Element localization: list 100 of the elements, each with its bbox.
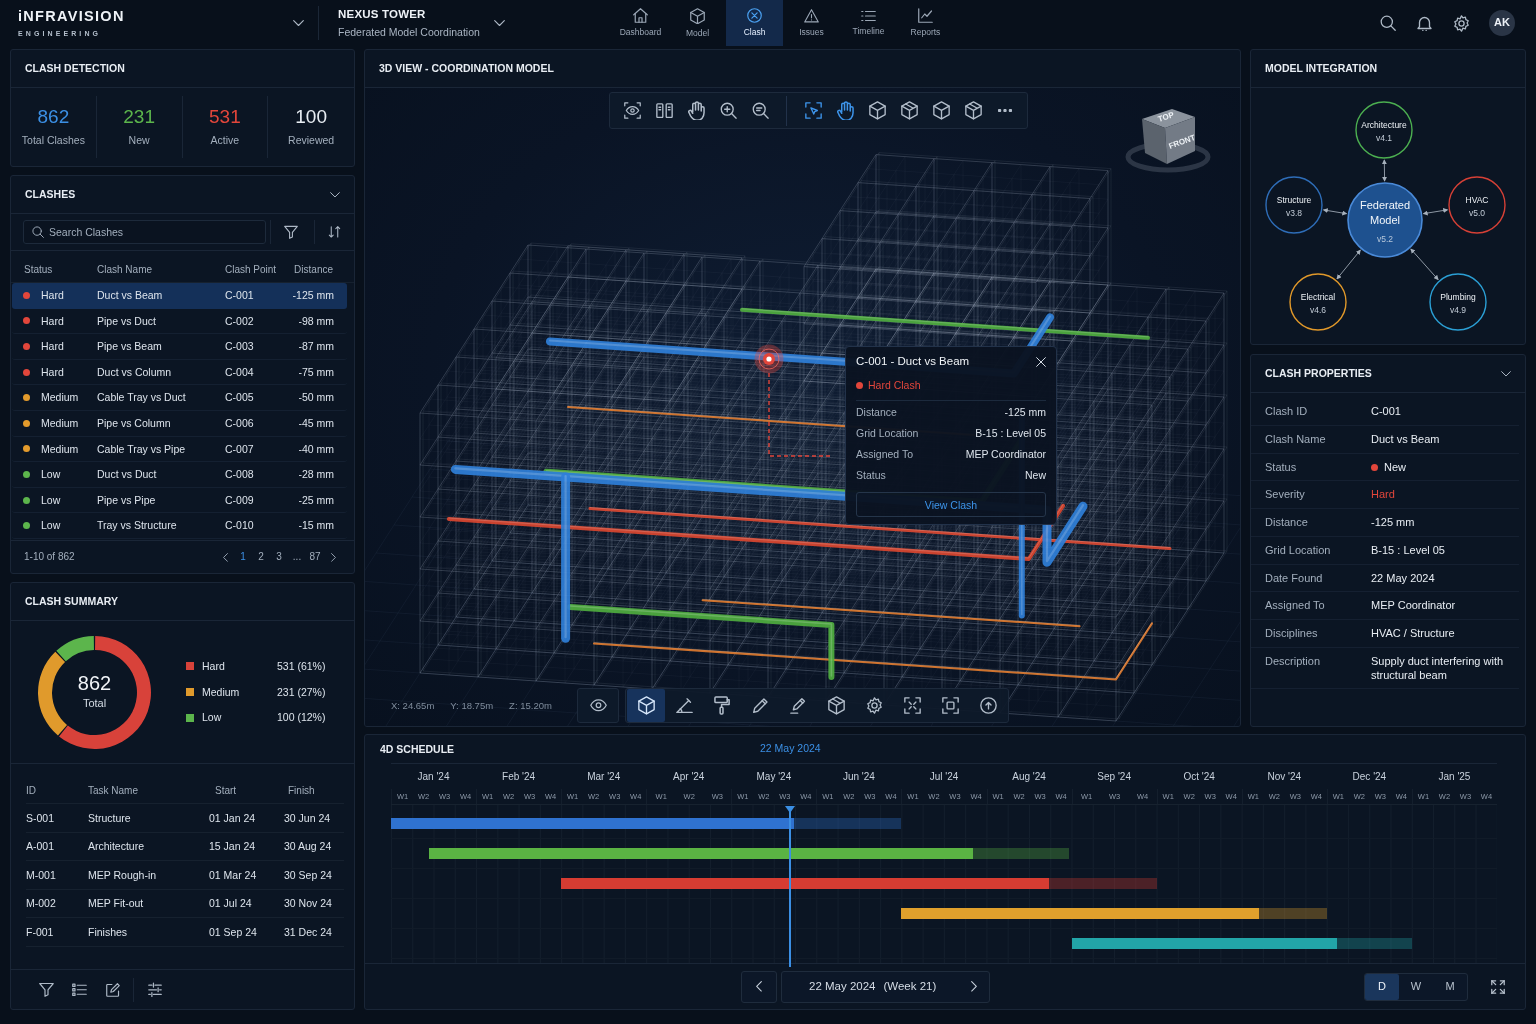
- scale-toggle[interactable]: D: [1365, 973, 1399, 1000]
- tool-button[interactable]: [627, 689, 665, 722]
- clash-row[interactable]: Low Duct vs Duct C-008 -28 mm: [12, 462, 347, 488]
- task-start: 01 Jan 24: [209, 811, 257, 825]
- clash-row[interactable]: Hard Duct vs Beam C-001 -125 mm: [12, 283, 347, 309]
- coordinate-readout: Z: 15.20m: [509, 700, 552, 712]
- caret-icon: [330, 191, 340, 198]
- month-label: Feb '24: [501, 770, 537, 783]
- filter-icon: [283, 225, 298, 239]
- clash-row[interactable]: Hard Duct vs Column C-004 -75 mm: [12, 359, 347, 386]
- clash-row[interactable]: Medium Pipe vs Column C-006 -45 mm: [12, 410, 347, 437]
- task-bar[interactable]: [1071, 938, 1412, 949]
- task-name: Structure: [88, 811, 132, 825]
- pen-icon: [789, 697, 807, 714]
- search-button[interactable]: [1380, 15, 1396, 31]
- collapse-button[interactable]: [330, 191, 340, 198]
- chart-total-label: Total: [82, 697, 107, 711]
- property-label: Clash Name: [1265, 432, 1327, 447]
- edit-icon: [105, 982, 120, 997]
- task-bar[interactable]: [561, 878, 1157, 889]
- clash-name: Duct vs Column: [97, 365, 173, 379]
- view-clash-button[interactable]: View Clash: [856, 492, 1046, 518]
- node-version: v4.6: [1309, 305, 1327, 315]
- clash-row[interactable]: Hard Pipe vs Duct C-002 -98 mm: [12, 308, 347, 335]
- popup-field-label: Grid Location: [856, 426, 919, 440]
- model-node[interactable]: [1355, 101, 1413, 159]
- cube-icon: [827, 696, 845, 715]
- clash-row[interactable]: Medium Cable Tray vs Pipe C-007 -40 mm: [12, 436, 347, 463]
- brand-name: iNFRAVISION: [18, 9, 125, 24]
- model-node[interactable]: [1429, 273, 1487, 331]
- month-label: Jan '24: [416, 770, 451, 783]
- page-link[interactable]: 87: [306, 547, 324, 568]
- chart-total: 862: [77, 673, 112, 694]
- hand-icon: [687, 100, 705, 121]
- collapse-button[interactable]: [1501, 370, 1511, 377]
- chevron-right-icon: [330, 553, 336, 562]
- workspace-dropdown[interactable]: [293, 19, 304, 27]
- nav-tab[interactable]: Dashboard: [612, 0, 669, 46]
- clash-point: C-005: [225, 391, 255, 404]
- clash-row[interactable]: Hard Pipe vs Beam C-003 -87 mm: [12, 334, 347, 360]
- eye-icon: [623, 102, 641, 119]
- angle-measure-icon: [675, 697, 693, 714]
- close-button[interactable]: [1036, 356, 1046, 367]
- nav-tab[interactable]: Model: [669, 0, 726, 46]
- paint-roller-icon: [713, 696, 731, 715]
- settings-button[interactable]: [1453, 14, 1470, 32]
- nav-tab[interactable]: Timeline: [840, 0, 897, 46]
- connector-arrow: [1336, 249, 1361, 280]
- panel-title: 3D VIEW - COORDINATION MODEL: [379, 62, 554, 75]
- page-link[interactable]: 2: [252, 547, 270, 568]
- task-name: Finishes: [88, 925, 129, 939]
- chevron-right-icon: [971, 981, 977, 992]
- node-version: v5.0: [1468, 208, 1486, 218]
- clash-marker-icon[interactable]: [754, 344, 784, 374]
- node-label: Federated Model: [1359, 199, 1411, 226]
- clash-row[interactable]: Low Tray vs Structure C-010 -15 mm: [12, 513, 347, 539]
- user-avatar[interactable]: AK: [1489, 10, 1515, 36]
- model-node[interactable]: [1265, 176, 1323, 234]
- month-label: May '24: [755, 770, 793, 783]
- model-node[interactable]: [1448, 176, 1506, 234]
- circle-x-icon: [747, 8, 762, 24]
- property-value: New: [1384, 460, 1406, 475]
- notifications-button[interactable]: [1417, 14, 1432, 32]
- clash-point: C-003: [225, 340, 255, 353]
- clash-distance: -15 mm: [298, 519, 334, 532]
- chevron-left-icon: [756, 981, 762, 992]
- month-label: Apr '24: [672, 770, 706, 783]
- settings-icon: [865, 697, 883, 714]
- property-label: Distance: [1265, 516, 1309, 530]
- clash-point: C-010: [225, 519, 255, 532]
- scale-toggle[interactable]: M: [1433, 973, 1467, 1000]
- scale-toggle[interactable]: W: [1399, 973, 1433, 1000]
- federated-model-node[interactable]: [1347, 182, 1423, 258]
- stat-label: New: [128, 134, 150, 147]
- task-bar[interactable]: [901, 908, 1327, 919]
- month-label: Jul '24: [928, 770, 960, 783]
- task-finish: 30 Nov 24: [284, 897, 333, 910]
- column-header: Start: [214, 784, 238, 797]
- month-label: Oct '24: [1182, 770, 1216, 783]
- clash-distance: -25 mm: [298, 493, 334, 507]
- page-link[interactable]: 1: [234, 547, 252, 568]
- property-value: Duct vs Beam: [1371, 432, 1441, 447]
- clash-row[interactable]: Medium Cable Tray vs Duct C-005 -50 mm: [12, 385, 347, 411]
- popup-field-value: New: [1025, 468, 1046, 482]
- clash-row[interactable]: Low Pipe vs Pipe C-009 -25 mm: [12, 487, 347, 514]
- nav-tab[interactable]: Issues: [783, 0, 840, 46]
- connector-arrow: [1381, 159, 1388, 182]
- project-dropdown[interactable]: [494, 19, 505, 27]
- page-link[interactable]: 3: [270, 547, 288, 568]
- more-icon: [998, 108, 1012, 113]
- task-bar[interactable]: [391, 818, 902, 829]
- popup-field-value: MEP Coordinator: [965, 447, 1046, 461]
- search-field[interactable]: Search Clashes: [23, 220, 266, 244]
- severity-text: Hard: [41, 365, 65, 379]
- page-link[interactable]: ...: [288, 547, 306, 568]
- nav-tab[interactable]: Reports: [897, 0, 954, 46]
- model-node[interactable]: [1289, 273, 1347, 331]
- zoom-out-icon: [751, 102, 769, 119]
- nav-tab[interactable]: Clash: [726, 0, 783, 46]
- arrow-circle-icon: [979, 697, 997, 714]
